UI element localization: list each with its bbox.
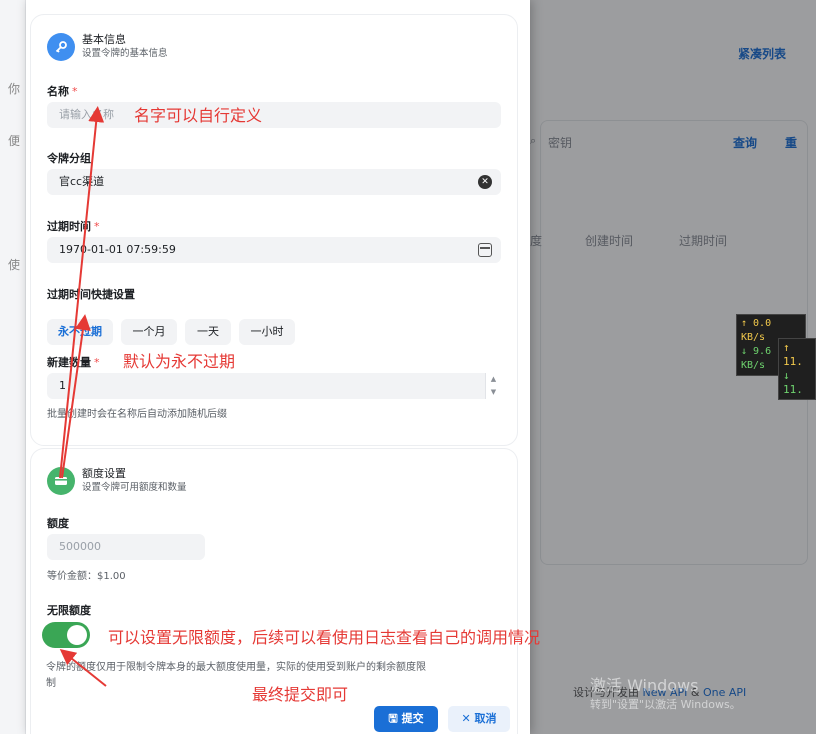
quota-header: 额度设置 设置令牌可用额度和数量 bbox=[47, 467, 187, 495]
name-label-text: 名称 bbox=[47, 85, 69, 98]
basic-info-card: 基本信息 设置令牌的基本信息 名称 * 请输入名称 令牌分组 官cc渠道 ✕ 过期… bbox=[30, 14, 518, 446]
basic-info-header: 基本信息 设置令牌的基本信息 bbox=[47, 33, 168, 61]
name-label: 名称 * bbox=[47, 83, 78, 99]
clear-icon[interactable]: ✕ bbox=[478, 175, 492, 189]
quick-expire-hour-button[interactable]: 一小时 bbox=[239, 319, 295, 345]
submit-label: 提交 bbox=[401, 712, 424, 725]
unlimited-quota-toggle[interactable] bbox=[42, 622, 90, 648]
group-label: 令牌分组 bbox=[47, 152, 91, 165]
nav-glyph: 使 bbox=[8, 258, 21, 272]
expire-datetime-picker[interactable]: 1970-01-01 07:59:59 bbox=[47, 237, 501, 263]
count-stepper[interactable]: ▲ ▼ bbox=[485, 373, 501, 399]
card-icon bbox=[47, 467, 75, 495]
section-subtitle: 设置令牌的基本信息 bbox=[82, 48, 168, 59]
annotation-expire: 默认为永不过期 bbox=[123, 352, 236, 371]
unlimited-label: 无限额度 bbox=[47, 604, 91, 617]
quota-label: 额度 bbox=[47, 517, 69, 530]
quick-expire-day-button[interactable]: 一天 bbox=[185, 319, 231, 345]
nav-glyph: 便 bbox=[8, 134, 21, 148]
cancel-label: 取消 bbox=[474, 712, 497, 725]
close-icon: ✕ bbox=[461, 712, 475, 725]
section-title: 基本信息 bbox=[82, 33, 126, 46]
expire-datetime-value: 1970-01-01 07:59:59 bbox=[59, 243, 176, 256]
calendar-icon[interactable] bbox=[478, 243, 492, 257]
key-icon bbox=[47, 33, 75, 61]
expire-label-text: 过期时间 bbox=[47, 220, 91, 233]
chevron-up-icon[interactable]: ▲ bbox=[486, 373, 501, 386]
network-speed-widget: ↑ 11. ↓ 11. bbox=[778, 338, 816, 400]
annotation-submit: 最终提交即可 bbox=[252, 685, 349, 704]
required-mark: * bbox=[94, 220, 100, 233]
section-title: 额度设置 bbox=[82, 467, 126, 480]
group-select[interactable]: 官cc渠道 ✕ bbox=[47, 169, 501, 195]
activate-windows-title: 激活 Windows bbox=[590, 676, 699, 695]
unlimited-hint-line2: 制 bbox=[46, 678, 56, 689]
required-mark: * bbox=[72, 85, 78, 98]
count-number-input[interactable]: 1 ▲ ▼ bbox=[47, 373, 501, 399]
group-select-value: 官cc渠道 bbox=[59, 175, 105, 188]
save-icon: 🖫 bbox=[388, 712, 402, 725]
activate-windows-subtitle: 转到"设置"以激活 Windows。 bbox=[590, 698, 741, 711]
annotation-name: 名字可以自行定义 bbox=[134, 106, 263, 125]
section-subtitle: 设置令牌可用额度和数量 bbox=[82, 482, 187, 493]
background-nav-strip: 你 便 使 bbox=[0, 0, 26, 734]
required-mark: * bbox=[94, 356, 100, 369]
upload-speed: ↑ 11. bbox=[783, 341, 803, 368]
count-hint: 批量创建时会在名称后自动添加随机后缀 bbox=[47, 409, 227, 420]
submit-button[interactable]: 🖫 提交 bbox=[374, 706, 438, 732]
cancel-button[interactable]: ✕ 取消 bbox=[448, 706, 510, 732]
quick-expire-label: 过期时间快捷设置 bbox=[47, 288, 135, 301]
quota-input[interactable]: 500000 bbox=[47, 534, 205, 560]
quick-expire-month-button[interactable]: 一个月 bbox=[121, 319, 177, 345]
count-label: 新建数量 * bbox=[47, 354, 100, 370]
download-speed: ↓ 11. bbox=[783, 369, 803, 396]
expire-label: 过期时间 * bbox=[47, 218, 100, 234]
count-label-text: 新建数量 bbox=[47, 356, 91, 369]
quick-expire-never-button[interactable]: 永不过期 bbox=[47, 319, 113, 345]
chevron-down-icon[interactable]: ▼ bbox=[486, 386, 501, 399]
count-value: 1 bbox=[59, 379, 66, 392]
toggle-knob bbox=[67, 625, 87, 645]
annotation-unlimited: 可以设置无限额度，后续可以看使用日志查看自己的调用情况 bbox=[108, 628, 541, 647]
unlimited-hint-line1: 令牌的额度仅用于限制令牌本身的最大额度使用量，实际的使用受到账户的剩余额度限 bbox=[46, 662, 426, 673]
quota-equivalent: 等价金额：$1.00 bbox=[47, 571, 126, 582]
name-input[interactable]: 请输入名称 bbox=[47, 102, 501, 128]
nav-glyph: 你 bbox=[8, 82, 21, 96]
